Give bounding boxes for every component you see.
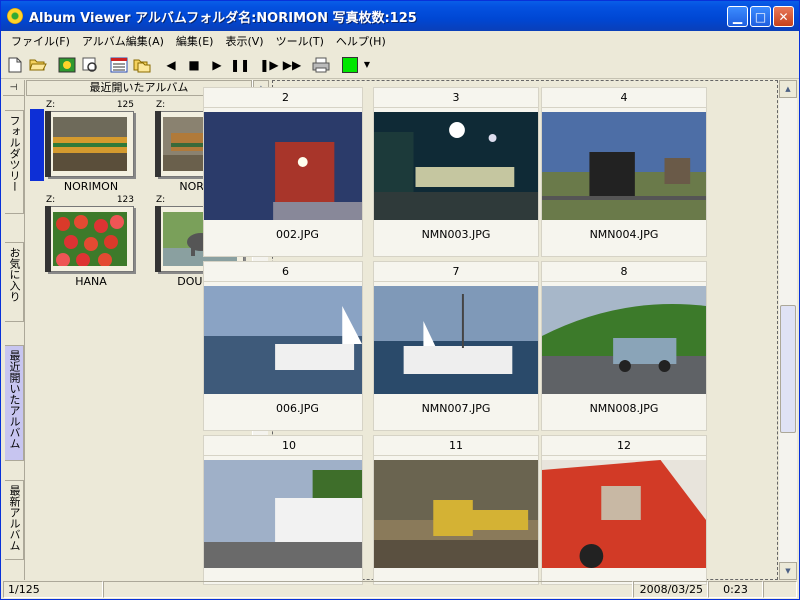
thumbnail-cell[interactable]: 6 006.JPG [203, 261, 363, 431]
album-item[interactable]: Z: 123 HANA [36, 195, 136, 288]
album-name: NORIMON [63, 180, 119, 193]
thumbnail-number: 10 [204, 436, 362, 456]
album-thumbnail [53, 212, 127, 266]
scroll-up-icon[interactable]: ▲ [779, 80, 797, 98]
tab-favorites[interactable]: お気に入り [5, 242, 24, 322]
tab-recent-albums[interactable]: 最近開いたアルバム [5, 345, 24, 461]
pause-icon[interactable]: ❚❚ [229, 54, 251, 76]
print-preview-icon[interactable] [79, 54, 101, 76]
folder-copy-icon[interactable] [131, 54, 153, 76]
pin-icon[interactable]: ⊣ [3, 80, 24, 96]
thumbnail-number: 7 [374, 262, 538, 282]
title-bar[interactable]: Album Viewer アルバムフォルダ名:NORIMON 写真枚数:125 … [1, 1, 799, 31]
album-thumbnail [53, 117, 127, 171]
thumbnail-number: 4 [542, 88, 706, 108]
size-grip[interactable] [763, 581, 797, 598]
thumbnail-number: 12 [542, 436, 706, 456]
album-name: HANA [75, 275, 107, 288]
menu-view[interactable]: 表示(V) [219, 33, 269, 49]
new-icon[interactable] [4, 54, 26, 76]
album-cover [45, 111, 134, 177]
menu-file[interactable]: ファイル(F) [5, 33, 76, 49]
vertical-tabs: ⊣ フォルダツリー お気に入り 最近開いたアルバム 最新アルバム [3, 80, 25, 580]
thumbnail-number: 3 [374, 88, 538, 108]
thumbnail-cell[interactable]: 3 NMN003.JPG [373, 87, 539, 257]
album-drive: Z: [46, 100, 56, 110]
minimize-button[interactable]: ▁ [727, 6, 748, 27]
dropdown-icon[interactable]: ▼ [362, 54, 372, 76]
thumbnail-image [374, 460, 538, 568]
status-message [103, 581, 633, 598]
album-drive: Z: [156, 195, 166, 205]
thumbnail-number: 11 [374, 436, 538, 456]
thumbnail-image [542, 460, 706, 568]
status-bar: 1/125 2008/03/25 0:23 [3, 581, 797, 599]
thumbnail-image [204, 112, 362, 220]
thumbnail-cell[interactable]: 7 NMN007.JPG [373, 261, 539, 431]
thumbnail-image [204, 286, 362, 394]
thumbnail-image [542, 112, 706, 220]
thumbnail-image [374, 112, 538, 220]
stop-icon[interactable]: ■ [183, 54, 205, 76]
open-icon[interactable] [27, 54, 49, 76]
scroll-thumb[interactable] [780, 305, 796, 433]
thumbnail-cell[interactable]: 10 [203, 435, 363, 585]
album-add-icon[interactable] [56, 54, 78, 76]
prev-icon[interactable]: ◀ [160, 54, 182, 76]
menu-bar: ファイル(F) アルバム編集(A) 編集(E) 表示(V) ツール(T) ヘルプ… [1, 31, 799, 50]
toolbar: ◀ ■ ▶ ❚❚ ❚▶ ▶▶ ▼ [1, 51, 799, 79]
menu-tools[interactable]: ツール(T) [270, 33, 330, 49]
scroll-down-icon[interactable]: ▼ [779, 562, 797, 580]
thumbnail-filename: 006.JPG [276, 402, 319, 415]
menu-help[interactable]: ヘルプ(H) [330, 33, 392, 49]
album-count: 125 [116, 100, 134, 110]
thumbnail-filename: 002.JPG [276, 228, 319, 241]
step-forward-icon[interactable]: ❚▶ [258, 54, 280, 76]
album-cover [45, 206, 134, 272]
album-item[interactable]: Z: 125 NORIMON [36, 100, 136, 193]
tab-latest-albums[interactable]: 最新アルバム [5, 480, 24, 560]
status-time: 0:23 [708, 581, 763, 598]
app-window: Album Viewer アルバムフォルダ名:NORIMON 写真枚数:125 … [0, 0, 800, 600]
thumbnail-cell[interactable]: 8 NMN008.JPG [541, 261, 707, 431]
thumbnail-image [542, 286, 706, 394]
thumbnail-grid: 2 002.JPG 3 NMN003.JPG 4 NMN004.JPG 6 00… [203, 80, 778, 585]
app-icon [7, 8, 23, 24]
thumbnail-cell[interactable]: 12 [541, 435, 707, 585]
color-swatch-icon[interactable] [339, 54, 361, 76]
menu-album-edit[interactable]: アルバム編集(A) [76, 33, 170, 49]
status-position: 1/125 [3, 581, 103, 598]
thumbnail-cell[interactable]: 4 NMN004.JPG [541, 87, 707, 257]
thumbnail-filename: NMN003.JPG [421, 228, 491, 241]
thumbnail-cell[interactable]: 11 [373, 435, 539, 585]
thumbnail-filename: NMN007.JPG [421, 402, 491, 415]
grid-scrollbar[interactable]: ▲ ▼ [779, 80, 797, 580]
thumbnail-cell[interactable]: 2 002.JPG [203, 87, 363, 257]
thumbnail-number: 2 [204, 88, 362, 108]
album-drive: Z: [46, 195, 56, 205]
thumbnail-image [374, 286, 538, 394]
status-date: 2008/03/25 [633, 581, 708, 598]
window-title: Album Viewer アルバムフォルダ名:NORIMON 写真枚数:125 [29, 10, 417, 26]
thumbnail-image [204, 460, 362, 568]
printer-icon[interactable] [310, 54, 332, 76]
fast-forward-icon[interactable]: ▶▶ [281, 54, 303, 76]
album-drive: Z: [156, 100, 166, 110]
play-icon[interactable]: ▶ [206, 54, 228, 76]
maximize-button[interactable]: □ [750, 6, 771, 27]
thumbnail-number: 6 [204, 262, 362, 282]
thumbnail-filename: NMN008.JPG [589, 402, 659, 415]
album-count: 123 [116, 195, 134, 205]
thumbnail-number: 8 [542, 262, 706, 282]
tab-folder-tree[interactable]: フォルダツリー [5, 110, 24, 214]
menu-edit[interactable]: 編集(E) [170, 33, 220, 49]
list-view-icon[interactable] [108, 54, 130, 76]
close-button[interactable]: ✕ [773, 6, 794, 27]
thumbnail-filename: NMN004.JPG [589, 228, 659, 241]
